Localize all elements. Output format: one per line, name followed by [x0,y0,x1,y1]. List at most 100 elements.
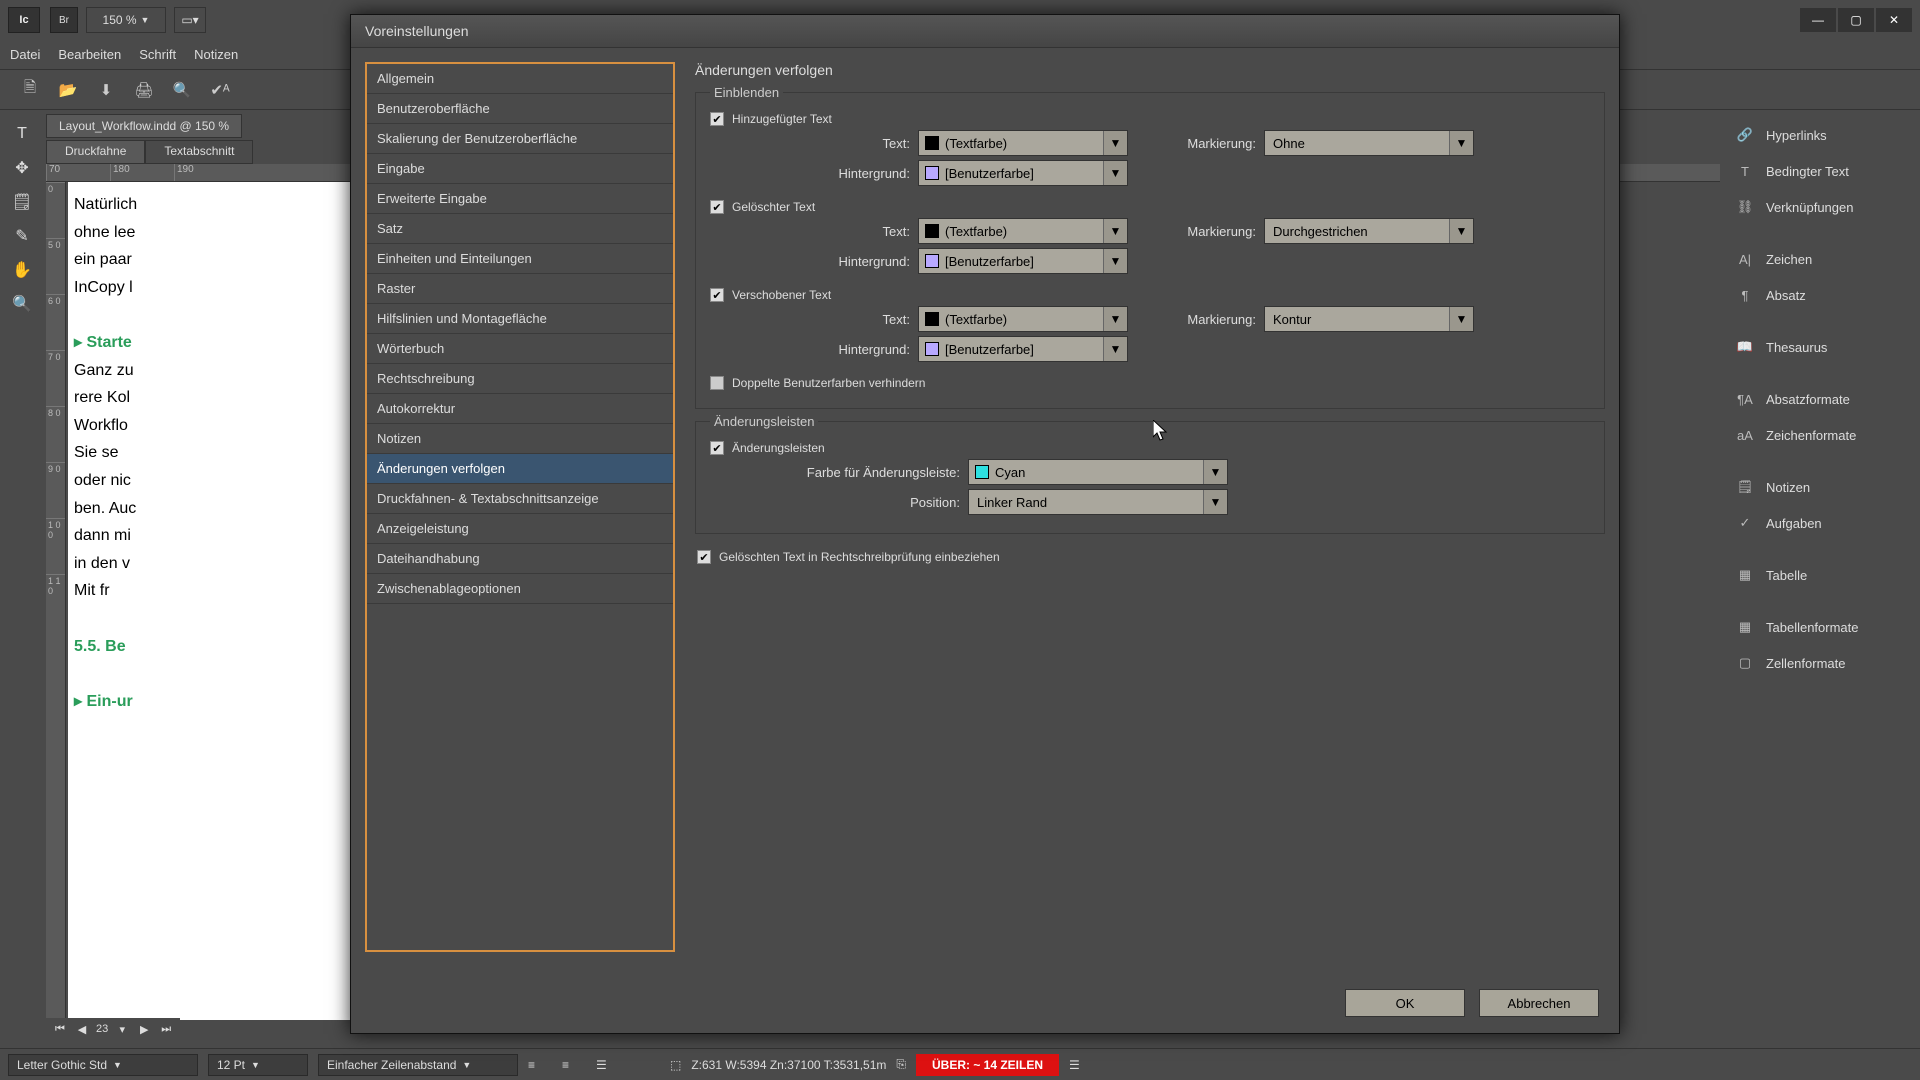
page-dropdown-icon[interactable]: ▾ [114,1023,130,1036]
category-item[interactable]: Notizen [367,424,673,454]
changebar-position-label: Position: [730,495,960,510]
new-icon[interactable]: 🗎 [18,80,42,100]
dd-text: Linker Rand [969,495,1203,510]
zoom-level[interactable]: 150 % ▼ [86,7,166,33]
changebars-checkbox[interactable]: ✔ [710,441,724,455]
ok-button[interactable]: OK [1345,989,1465,1017]
zoom-tool-icon[interactable]: 🔍 [8,290,36,318]
category-item[interactable]: Einheiten und Einteilungen [367,244,673,274]
category-item[interactable]: Hilfslinien und Montagefläche [367,304,673,334]
status-menu-icon[interactable]: ☰ [1069,1058,1080,1072]
maximize-button[interactable]: ▢ [1838,8,1874,32]
panel-table[interactable]: ▦Tabelle [1720,558,1920,592]
added-text-color-dropdown[interactable]: (Textfarbe)▼ [918,130,1128,156]
deleted-marking-dropdown[interactable]: Durchgestrichen▼ [1264,218,1474,244]
preferences-dialog: Voreinstellungen AllgemeinBenutzeroberfl… [350,14,1620,1034]
character-icon: A| [1734,250,1756,268]
next-page-icon[interactable]: ▶ [136,1023,152,1036]
open-icon[interactable]: 📂 [56,80,80,100]
vertical-ruler: 05 06 07 08 09 01 0 01 1 0 [46,182,66,1038]
category-item[interactable]: Anzeigeleistung [367,514,673,544]
align-top-icon[interactable]: ≡ [528,1058,552,1072]
category-item[interactable]: Rechtschreibung [367,364,673,394]
moved-bg-dropdown[interactable]: [Benutzerfarbe]▼ [918,336,1128,362]
category-item[interactable]: Allgemein [367,64,673,94]
added-bg-dropdown[interactable]: [Benutzerfarbe]▼ [918,160,1128,186]
panel-thesaurus[interactable]: 📖Thesaurus [1720,330,1920,364]
added-marking-dropdown[interactable]: Ohne▼ [1264,130,1474,156]
category-item[interactable]: Eingabe [367,154,673,184]
panel-conditional-text[interactable]: TBedingter Text [1720,154,1920,188]
hand-tool-icon[interactable]: ✋ [8,256,36,284]
category-item[interactable]: Druckfahnen- & Textabschnittsanzeige [367,484,673,514]
category-item[interactable]: Erweiterte Eingabe [367,184,673,214]
panel-label: Hyperlinks [1766,128,1827,143]
menu-edit[interactable]: Bearbeiten [58,47,121,62]
document-page: Natürlichohne leeein paarInCopy l ▸ Star… [68,182,368,1020]
added-text-checkbox[interactable]: ✔ [710,112,724,126]
save-icon[interactable]: ⬇ [94,80,118,100]
category-item[interactable]: Dateihandhabung [367,544,673,574]
align-bottom-icon[interactable]: ≡ [562,1058,586,1072]
changebars-legend: Änderungsleisten [710,414,818,429]
panel-cell-styles[interactable]: ▢Zellenformate [1720,646,1920,680]
last-page-icon[interactable]: ⏭ [158,1023,174,1036]
type-tool-icon[interactable]: T [8,120,36,148]
spellcheck-deleted-checkbox[interactable]: ✔ [697,550,711,564]
category-item[interactable]: Wörterbuch [367,334,673,364]
stats-icon[interactable]: ⬚ [670,1058,681,1072]
moved-text-color-dropdown[interactable]: (Textfarbe)▼ [918,306,1128,332]
document-tab[interactable]: Layout_Workflow.indd @ 150 % [46,114,242,138]
panel-hyperlinks[interactable]: 🔗Hyperlinks [1720,118,1920,152]
changebar-position-dropdown[interactable]: Linker Rand▼ [968,489,1228,515]
overset-icon[interactable]: ⎘ [896,1057,906,1072]
minimize-button[interactable]: — [1800,8,1836,32]
dialog-title: Voreinstellungen [351,15,1619,48]
category-item[interactable]: Raster [367,274,673,304]
panel-paragraph[interactable]: ¶Absatz [1720,278,1920,312]
bridge-icon[interactable]: Br [50,7,78,33]
category-item[interactable]: Skalierung der Benutzeroberfläche [367,124,673,154]
category-item[interactable]: Satz [367,214,673,244]
deleted-text-checkbox[interactable]: ✔ [710,200,724,214]
view-druckfahne[interactable]: Druckfahne [46,140,145,164]
leading-dropdown[interactable]: Einfacher Zeilenabstand▼ [318,1054,518,1076]
deleted-text-color-dropdown[interactable]: (Textfarbe)▼ [918,218,1128,244]
panel-tasks[interactable]: ✓Aufgaben [1720,506,1920,540]
moved-text-checkbox[interactable]: ✔ [710,288,724,302]
panel-table-styles[interactable]: ▦Tabellenformate [1720,610,1920,644]
view-textabschnitt[interactable]: Textabschnitt [145,140,253,164]
spellcheck-icon[interactable]: ✔ᴬ [208,80,232,100]
category-item[interactable]: Änderungen verfolgen [367,454,673,484]
cancel-button[interactable]: Abbrechen [1479,989,1599,1017]
category-list[interactable]: AllgemeinBenutzeroberflächeSkalierung de… [365,62,675,952]
eyedropper-tool-icon[interactable]: ✎ [8,222,36,250]
prev-page-icon[interactable]: ◀ [74,1023,90,1036]
menu-icon[interactable]: ☰ [596,1058,620,1072]
search-icon[interactable]: 🔍 [170,80,194,100]
font-size-dropdown[interactable]: 12 Pt▼ [208,1054,308,1076]
position-tool-icon[interactable]: ✥ [8,154,36,182]
category-item[interactable]: Zwischenablageoptionen [367,574,673,604]
close-button[interactable]: ✕ [1876,8,1912,32]
panel-para-styles[interactable]: ¶AAbsatzformate [1720,382,1920,416]
category-item[interactable]: Benutzeroberfläche [367,94,673,124]
moved-marking-dropdown[interactable]: Kontur▼ [1264,306,1474,332]
panel-links[interactable]: ⛓Verknüpfungen [1720,190,1920,224]
screen-mode-icon[interactable]: ▭▾ [174,7,206,33]
prevent-duplicate-colors-checkbox[interactable] [710,376,724,390]
panel-notes[interactable]: 🗒Notizen [1720,470,1920,504]
first-page-icon[interactable]: ⏮ [52,1023,68,1036]
menu-font[interactable]: Schrift [139,47,176,62]
page-navigator[interactable]: ⏮ ◀ 23 ▾ ▶ ⏭ [46,1018,180,1040]
changebar-color-dropdown[interactable]: Cyan▼ [968,459,1228,485]
category-item[interactable]: Autokorrektur [367,394,673,424]
panel-char-styles[interactable]: aAZeichenformate [1720,418,1920,452]
note-tool-icon[interactable]: 🗒 [8,188,36,216]
menu-notes[interactable]: Notizen [194,47,238,62]
print-icon[interactable]: 🖨 [132,80,156,100]
font-family-dropdown[interactable]: Letter Gothic Std▼ [8,1054,198,1076]
panel-character[interactable]: A|Zeichen [1720,242,1920,276]
menu-file[interactable]: Datei [10,47,40,62]
deleted-bg-dropdown[interactable]: [Benutzerfarbe]▼ [918,248,1128,274]
